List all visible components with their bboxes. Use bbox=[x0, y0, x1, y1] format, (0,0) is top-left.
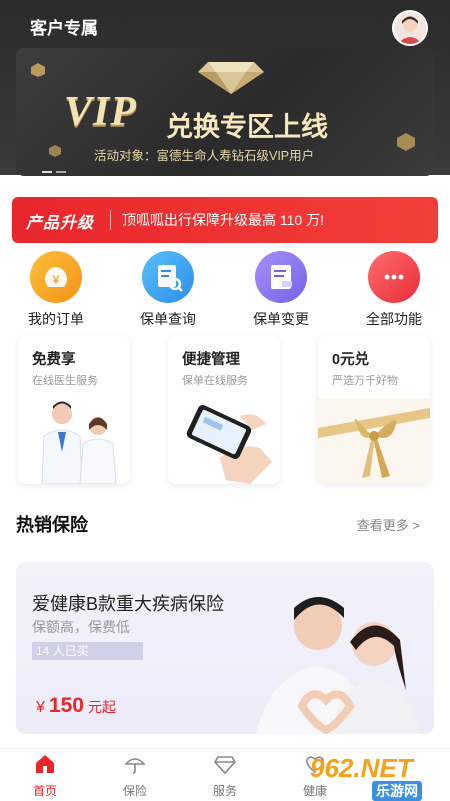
gold-cube-icon bbox=[49, 145, 61, 157]
buyers-badge: 14 人已买 bbox=[32, 642, 143, 660]
promo-tag: 产品升级 bbox=[26, 215, 95, 232]
product-price: ¥150 元起 bbox=[36, 694, 116, 718]
vip-banner[interactable]: VIP 兑换专区上线 活动对象：富德生命人寿钻石级VIP用户 bbox=[16, 48, 434, 176]
tab-service[interactable]: 服务 bbox=[190, 753, 260, 799]
card-title: 0元兑 bbox=[332, 352, 370, 368]
card-subtitle: 严选万千好物 bbox=[332, 375, 398, 387]
quick-action-orders[interactable]: ¥ 我的订单 bbox=[6, 251, 106, 329]
banner-headline: 兑换专区上线 bbox=[166, 112, 328, 142]
tab-home[interactable]: 首页 bbox=[10, 753, 80, 799]
service-card-doctor[interactable]: 免费享 在线医生服务 bbox=[18, 336, 130, 484]
tab-insurance[interactable]: 保险 bbox=[100, 753, 170, 799]
avatar[interactable] bbox=[392, 10, 428, 46]
promo-banner[interactable]: 产品升级 顶呱呱出行保障升级最高 110 万! bbox=[12, 197, 438, 243]
umbrella-icon bbox=[124, 758, 146, 774]
view-more-link[interactable]: 查看更多 > bbox=[357, 515, 420, 534]
tab-label: 保险 bbox=[122, 784, 147, 798]
watermark-brand: 962.NET bbox=[310, 753, 413, 783]
quick-action-policy-change[interactable]: 保单变更 bbox=[231, 251, 331, 329]
card-title: 便捷管理 bbox=[182, 352, 240, 368]
gold-cube-icon bbox=[31, 63, 45, 77]
quick-action-label: 全部功能 bbox=[366, 311, 422, 327]
quick-action-label: 我的订单 bbox=[28, 311, 84, 327]
banner-activity-text: 活动对象：富德生命人寿钻石级VIP用户 bbox=[94, 149, 315, 163]
home-icon bbox=[36, 755, 54, 773]
carousel-indicator[interactable] bbox=[42, 160, 70, 176]
edit-document-icon bbox=[255, 251, 307, 303]
yen-bag-icon: ¥ bbox=[30, 251, 82, 303]
price-unit: 元起 bbox=[87, 699, 116, 715]
svg-text:¥: ¥ bbox=[52, 273, 60, 287]
quick-action-label: 保单变更 bbox=[253, 311, 309, 327]
doctors-illustration bbox=[41, 401, 117, 484]
price-symbol: ¥ bbox=[36, 699, 45, 716]
service-card-policy[interactable]: 便捷管理 保单在线服务 bbox=[168, 336, 280, 484]
diamond-icon bbox=[214, 756, 236, 775]
card-title: 免费享 bbox=[32, 352, 76, 368]
site-watermark: 962.NET 乐游网 bbox=[300, 753, 450, 801]
vip-title: VIP bbox=[64, 89, 138, 135]
page-title: 客户专属 bbox=[30, 19, 98, 38]
card-subtitle: 在线医生服务 bbox=[32, 375, 98, 387]
watermark-site: 乐游网 bbox=[372, 781, 422, 801]
more-dots-icon bbox=[368, 251, 420, 303]
promo-text: 顶呱呱出行保障升级最高 110 万! bbox=[122, 212, 324, 228]
price-value: 150 bbox=[48, 694, 84, 717]
quick-action-all-functions[interactable]: 全部功能 bbox=[344, 251, 444, 329]
gold-cube-icon bbox=[397, 133, 415, 151]
phone-in-hand-illustration bbox=[186, 405, 272, 484]
product-description: 保额高，保费低 bbox=[32, 619, 130, 635]
quick-action-policy-query[interactable]: 保单查询 bbox=[118, 251, 218, 329]
user-avatar-icon bbox=[398, 16, 422, 44]
service-card-redeem[interactable]: 0元兑 严选万千好物 bbox=[318, 336, 430, 484]
diamond-icon bbox=[198, 62, 264, 94]
promo-divider bbox=[110, 210, 111, 230]
tab-label: 首页 bbox=[32, 784, 57, 798]
card-subtitle: 保单在线服务 bbox=[182, 375, 248, 387]
tab-label: 服务 bbox=[212, 784, 237, 798]
gift-ribbon-illustration bbox=[318, 398, 430, 484]
hot-section-title: 热销保险 bbox=[16, 515, 88, 535]
quick-actions: ¥ 我的订单 保单查询 保单变更 全部功能 bbox=[0, 251, 450, 329]
quick-action-label: 保单查询 bbox=[140, 311, 196, 327]
search-document-icon bbox=[142, 251, 194, 303]
product-title: 爱健康B款重大疾病保险 bbox=[32, 594, 225, 614]
couple-heart-illustration bbox=[256, 597, 420, 734]
product-card[interactable]: 爱健康B款重大疾病保险 保额高，保费低 14 人已买 ¥150 元起 bbox=[16, 562, 434, 734]
